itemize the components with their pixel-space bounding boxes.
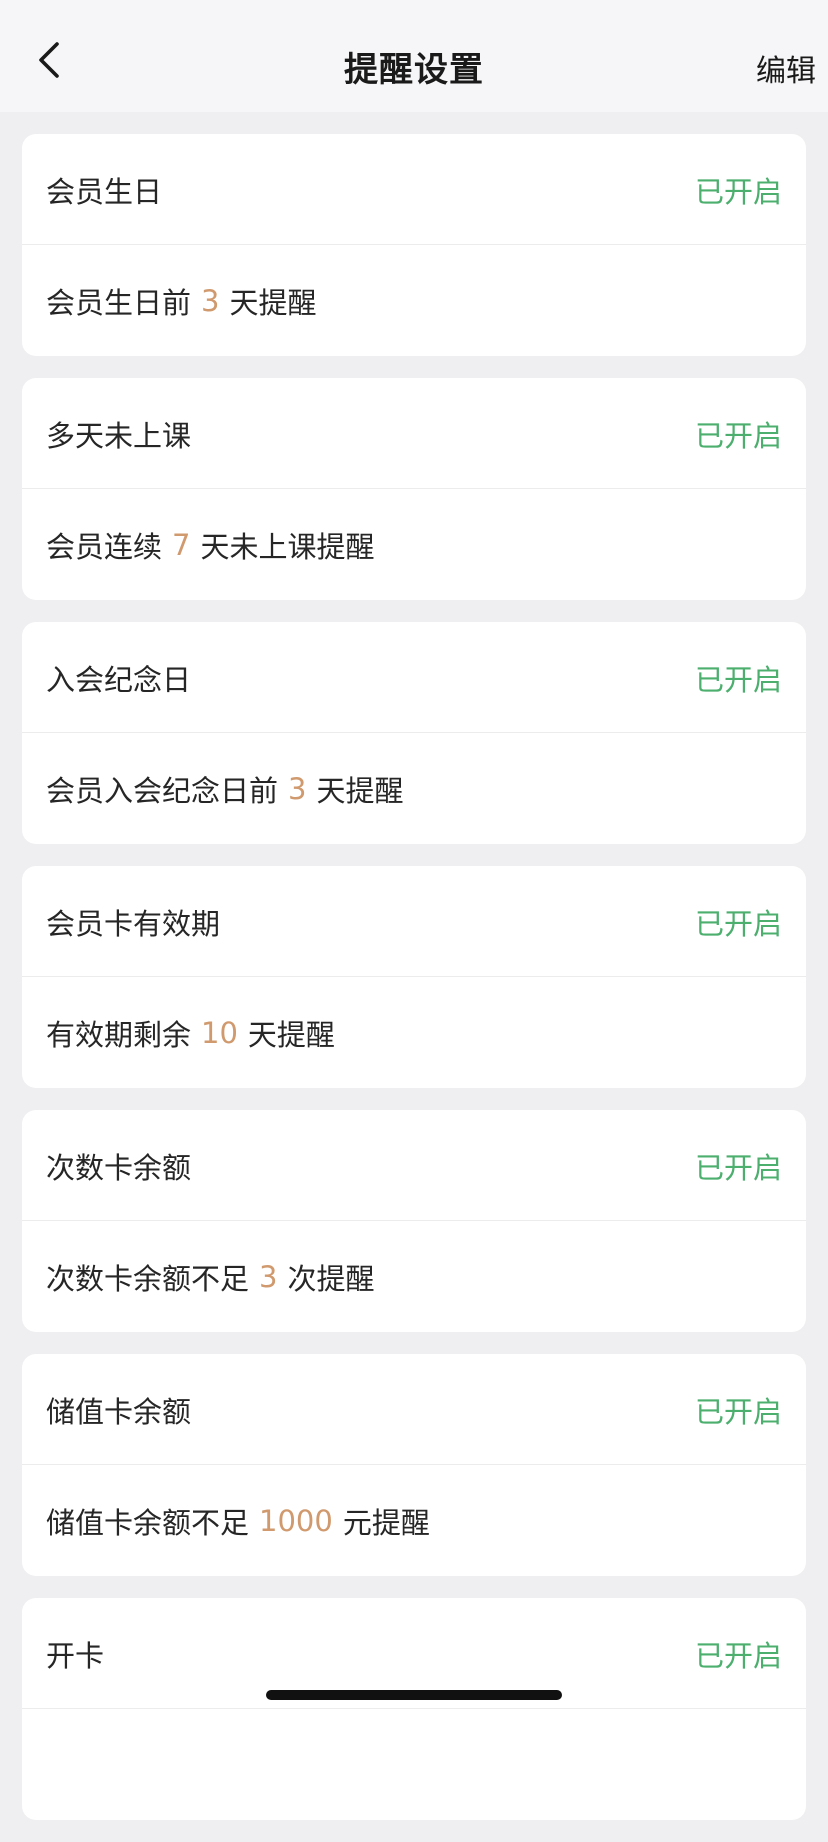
description-prefix: 会员入会纪念日前 <box>46 773 279 808</box>
reminder-title: 多天未上课 <box>46 418 192 453</box>
description-value: 10 <box>201 1015 238 1050</box>
description-value: 3 <box>201 283 220 318</box>
reminder-description: 会员连续 7 天未上课提醒 <box>22 489 806 600</box>
description-suffix: 天提醒 <box>229 285 317 320</box>
reminder-description <box>22 1709 806 1820</box>
reminder-title: 次数卡余额 <box>46 1150 192 1185</box>
description-value: 1000 <box>259 1503 333 1538</box>
home-indicator[interactable] <box>266 1690 562 1700</box>
status-label: 已开启 <box>694 174 782 209</box>
description-prefix: 会员连续 <box>46 529 163 564</box>
reminder-description: 次数卡余额不足 3 次提醒 <box>22 1221 806 1332</box>
reminder-card-open-card: 开卡 已开启 <box>22 1598 806 1820</box>
reminder-header-row[interactable]: 次数卡余额 已开启 <box>22 1110 806 1221</box>
reminder-card-count-balance: 次数卡余额 已开启 次数卡余额不足 3 次提醒 <box>22 1110 806 1332</box>
description-value: 3 <box>259 1259 278 1294</box>
reminder-card-card-validity: 会员卡有效期 已开启 有效期剩余 10 天提醒 <box>22 866 806 1088</box>
reminder-card-anniversary: 入会纪念日 已开启 会员入会纪念日前 3 天提醒 <box>22 622 806 844</box>
reminder-header-row[interactable]: 会员卡有效期 已开启 <box>22 866 806 977</box>
description-value: 3 <box>288 771 307 806</box>
reminder-description: 会员入会纪念日前 3 天提醒 <box>22 733 806 844</box>
reminder-header-row[interactable]: 入会纪念日 已开启 <box>22 622 806 733</box>
reminder-title: 入会纪念日 <box>46 662 192 697</box>
description-suffix: 天提醒 <box>316 773 404 808</box>
reminder-description: 有效期剩余 10 天提醒 <box>22 977 806 1088</box>
reminder-header-row[interactable]: 会员生日 已开启 <box>22 134 806 245</box>
status-label: 已开启 <box>694 662 782 697</box>
reminder-card-absence: 多天未上课 已开启 会员连续 7 天未上课提醒 <box>22 378 806 600</box>
description-prefix: 有效期剩余 <box>46 1017 192 1052</box>
description-suffix: 天提醒 <box>247 1017 335 1052</box>
page-title: 提醒设置 <box>344 50 484 90</box>
status-label: 已开启 <box>694 1638 782 1673</box>
reminder-header-row[interactable]: 储值卡余额 已开启 <box>22 1354 806 1465</box>
reminder-header-row[interactable]: 多天未上课 已开启 <box>22 378 806 489</box>
status-label: 已开启 <box>694 1150 782 1185</box>
reminder-card-stored-value-balance: 储值卡余额 已开启 储值卡余额不足 1000 元提醒 <box>22 1354 806 1576</box>
reminder-list: 会员生日 已开启 会员生日前 3 天提醒 多天未上课 已开启 会员连续 7 天未… <box>22 134 806 1842</box>
navigation-bar: 提醒设置 编辑 <box>0 0 828 112</box>
edit-button[interactable]: 编辑 <box>756 46 816 90</box>
description-suffix: 次提醒 <box>287 1261 375 1296</box>
reminder-title: 储值卡余额 <box>46 1394 192 1429</box>
status-label: 已开启 <box>694 906 782 941</box>
description-suffix: 天未上课提醒 <box>200 529 375 564</box>
description-suffix: 元提醒 <box>342 1505 430 1540</box>
status-label: 已开启 <box>694 418 782 453</box>
reminder-card-birthday: 会员生日 已开启 会员生日前 3 天提醒 <box>22 134 806 356</box>
description-value: 7 <box>172 527 191 562</box>
description-prefix: 次数卡余额不足 <box>46 1261 250 1296</box>
description-prefix: 会员生日前 <box>46 285 192 320</box>
reminder-description: 会员生日前 3 天提醒 <box>22 245 806 356</box>
reminder-title: 会员卡有效期 <box>46 906 221 941</box>
reminder-title: 开卡 <box>46 1638 105 1673</box>
reminder-description: 储值卡余额不足 1000 元提醒 <box>22 1465 806 1576</box>
status-label: 已开启 <box>694 1394 782 1429</box>
description-prefix: 储值卡余额不足 <box>46 1505 250 1540</box>
reminder-title: 会员生日 <box>46 174 163 209</box>
